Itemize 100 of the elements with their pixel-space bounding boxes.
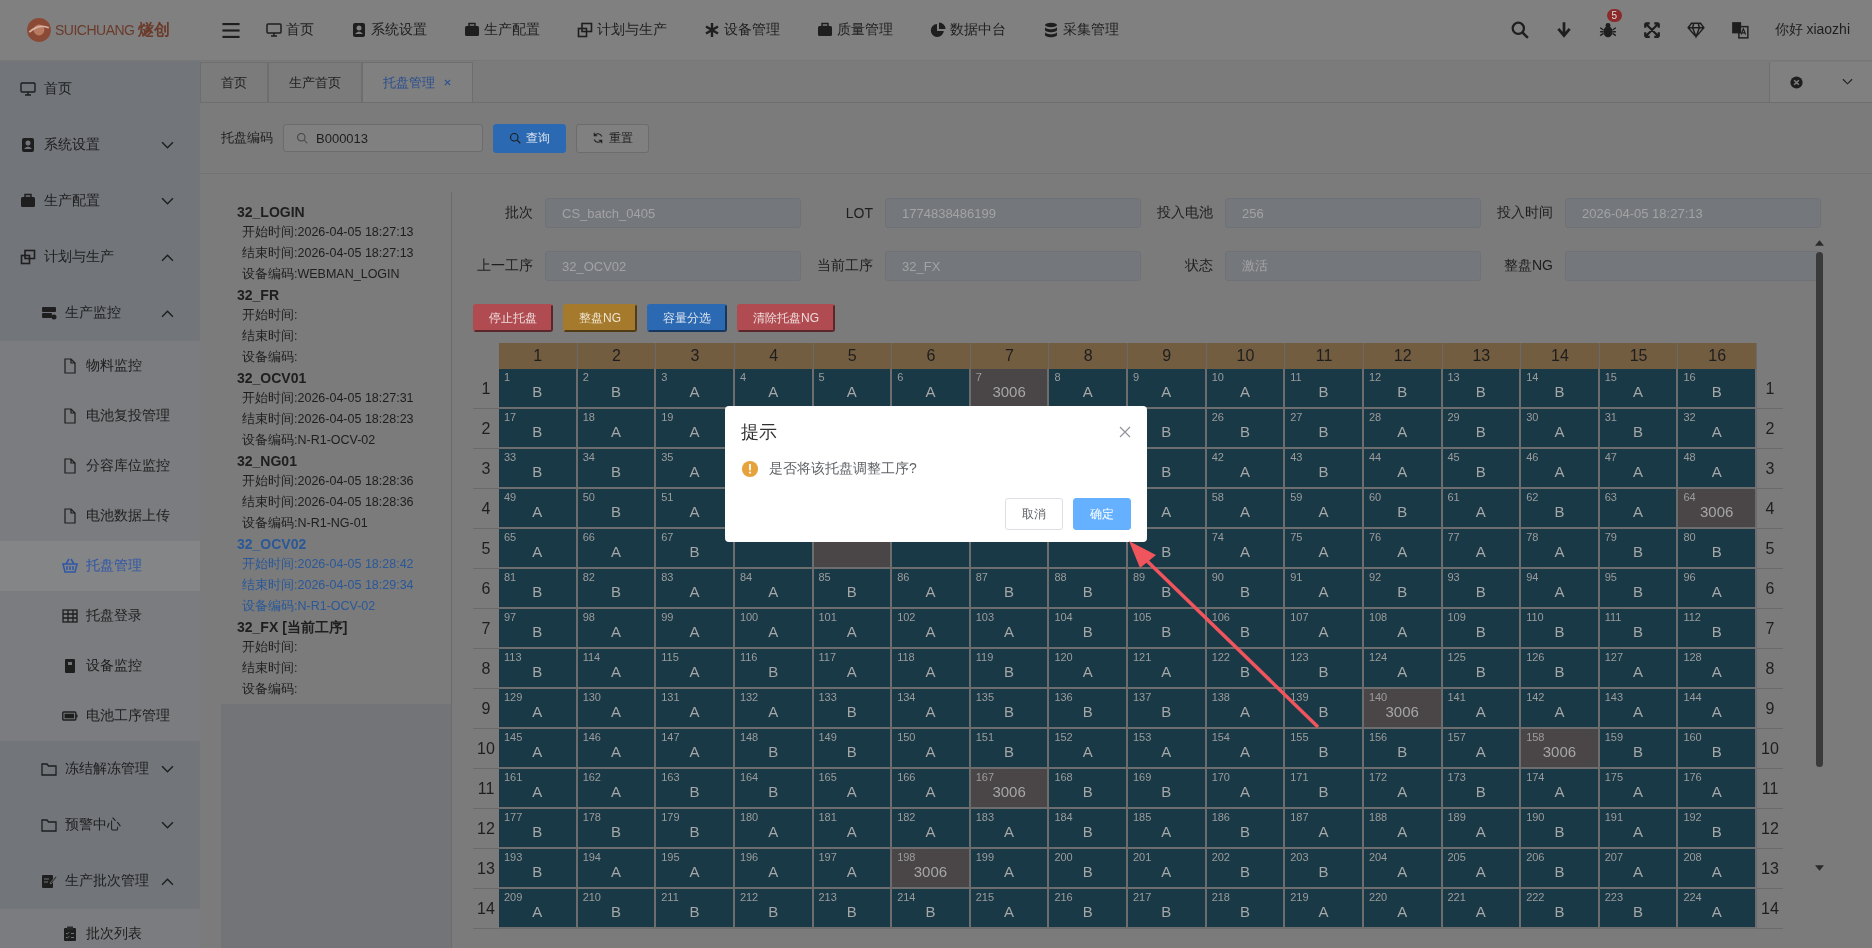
action-button[interactable]: 清除托盘NG <box>737 304 835 332</box>
battery-cell[interactable]: 8 A <box>1049 369 1128 409</box>
battery-cell[interactable]: 135 B <box>970 689 1050 729</box>
battery-cell[interactable]: 67 B <box>656 529 735 569</box>
battery-cell[interactable]: 180 A <box>734 809 814 849</box>
battery-cell[interactable]: 185 A <box>1128 809 1207 849</box>
battery-cell[interactable]: 167 3006 <box>970 769 1050 809</box>
battery-cell[interactable]: 115 A <box>656 649 735 689</box>
battery-cell[interactable]: 88 B <box>1049 569 1128 609</box>
battery-cell[interactable]: 206 B <box>1521 849 1600 889</box>
battery-cell[interactable]: 208 A <box>1678 849 1757 889</box>
battery-cell[interactable]: 217 B <box>1128 889 1207 929</box>
battery-cell[interactable]: 211 B <box>656 889 735 929</box>
battery-cell[interactable]: 144 A <box>1678 689 1757 729</box>
battery-cell[interactable]: 110 B <box>1521 609 1600 649</box>
battery-cell[interactable]: 157 A <box>1442 729 1522 769</box>
sidebar-item[interactable]: 预警中心 <box>0 797 200 853</box>
battery-cell[interactable]: 80 B <box>1678 529 1757 569</box>
sidebar-item[interactable]: 电池复投管理 <box>0 391 200 441</box>
close-all-icon[interactable] <box>1789 74 1804 90</box>
battery-cell[interactable]: 83 A <box>656 569 735 609</box>
battery-cell[interactable]: 112 B <box>1678 609 1757 649</box>
scrollbar-thumb[interactable] <box>1815 252 1823 767</box>
battery-cell[interactable]: 9 A <box>1128 369 1207 409</box>
battery-cell[interactable]: 137 B <box>1128 689 1207 729</box>
battery-cell[interactable]: 114 A <box>577 649 657 689</box>
battery-cell[interactable]: 97 B <box>499 609 578 649</box>
sidebar-item[interactable]: 冻结解冻管理 <box>0 741 200 797</box>
battery-cell[interactable]: 169 B <box>1128 769 1207 809</box>
battery-cell[interactable]: 124 A <box>1363 649 1443 689</box>
battery-cell[interactable]: 181 A <box>813 809 893 849</box>
battery-cell[interactable]: 118 A <box>892 649 971 689</box>
battery-cell[interactable]: 160 B <box>1678 729 1757 769</box>
battery-cell[interactable]: 42 A <box>1206 449 1286 489</box>
battery-cell[interactable]: 100 A <box>734 609 814 649</box>
battery-cell[interactable]: 89 B <box>1128 569 1207 609</box>
battery-cell[interactable]: 205 A <box>1442 849 1522 889</box>
battery-cell[interactable]: 170 A <box>1206 769 1286 809</box>
sidebar-item[interactable]: 物料监控 <box>0 341 200 391</box>
battery-cell[interactable]: 138 A <box>1206 689 1286 729</box>
sidebar-item[interactable]: 生产监控 <box>0 285 200 341</box>
battery-cell[interactable]: 158 3006 <box>1521 729 1600 769</box>
battery-cell[interactable]: 34 B <box>577 449 657 489</box>
sidebar-item[interactable]: 托盘登录 <box>0 591 200 641</box>
battery-cell[interactable]: 182 A <box>892 809 971 849</box>
battery-cell[interactable]: 134 A <box>892 689 971 729</box>
battery-cell[interactable]: 210 B <box>577 889 657 929</box>
battery-cell[interactable]: 193 B <box>499 849 578 889</box>
battery-cell[interactable]: 221 A <box>1442 889 1522 929</box>
battery-cell[interactable]: 149 B <box>813 729 893 769</box>
battery-cell[interactable]: 220 A <box>1363 889 1443 929</box>
battery-cell[interactable]: 92 B <box>1363 569 1443 609</box>
battery-cell[interactable]: 84 A <box>734 569 814 609</box>
battery-cell[interactable]: 147 A <box>656 729 735 769</box>
battery-cell[interactable]: 156 B <box>1363 729 1443 769</box>
battery-cell[interactable]: 152 A <box>1049 729 1128 769</box>
battery-cell[interactable]: 223 B <box>1599 889 1679 929</box>
battery-cell[interactable]: 74 A <box>1206 529 1286 569</box>
battery-cell[interactable]: 99 A <box>656 609 735 649</box>
battery-cell[interactable]: 150 A <box>892 729 971 769</box>
battery-cell[interactable]: 219 A <box>1285 889 1364 929</box>
battery-cell[interactable]: 151 B <box>970 729 1050 769</box>
battery-cell[interactable]: 116 B <box>734 649 814 689</box>
battery-cell[interactable]: 188 A <box>1363 809 1443 849</box>
battery-cell[interactable]: 142 A <box>1521 689 1600 729</box>
battery-cell[interactable]: 153 A <box>1128 729 1207 769</box>
battery-cell[interactable]: 120 A <box>1049 649 1128 689</box>
battery-cell[interactable]: 98 A <box>577 609 657 649</box>
battery-cell[interactable]: 86 A <box>892 569 971 609</box>
battery-cell[interactable]: 189 A <box>1442 809 1522 849</box>
battery-cell[interactable]: 14 B <box>1521 369 1600 409</box>
battery-cell[interactable]: 13 B <box>1442 369 1522 409</box>
battery-cell[interactable]: 62 B <box>1521 489 1600 529</box>
battery-cell[interactable]: 191 A <box>1599 809 1679 849</box>
battery-cell[interactable]: 109 B <box>1442 609 1522 649</box>
battery-cell[interactable]: 76 A <box>1363 529 1443 569</box>
battery-cell[interactable]: 46 A <box>1521 449 1600 489</box>
battery-cell[interactable]: 132 A <box>734 689 814 729</box>
battery-cell[interactable]: 4 A <box>734 369 814 409</box>
battery-cell[interactable]: 126 B <box>1521 649 1600 689</box>
battery-cell[interactable]: 15 A <box>1599 369 1679 409</box>
battery-cell[interactable]: 3 A <box>656 369 735 409</box>
battery-cell[interactable]: 117 A <box>813 649 893 689</box>
battery-cell[interactable]: 30 A <box>1521 409 1600 449</box>
battery-cell[interactable]: 81 B <box>499 569 578 609</box>
battery-cell[interactable]: 194 A <box>577 849 657 889</box>
battery-cell[interactable]: 176 A <box>1678 769 1757 809</box>
battery-cell[interactable]: 121 A <box>1128 649 1207 689</box>
sidebar-item[interactable]: 电池工序管理 <box>0 691 200 741</box>
battery-cell[interactable]: 213 B <box>813 889 893 929</box>
battery-cell[interactable]: 154 A <box>1206 729 1286 769</box>
battery-cell[interactable]: 26 B <box>1206 409 1286 449</box>
battery-cell[interactable]: 190 B <box>1521 809 1600 849</box>
battery-cell[interactable]: 168 B <box>1049 769 1128 809</box>
battery-cell[interactable]: 5 A <box>813 369 893 409</box>
nav-item[interactable]: 数据中台 <box>930 21 1025 39</box>
battery-cell[interactable]: 212 B <box>734 889 814 929</box>
sidebar-item[interactable]: 设备监控 <box>0 641 200 691</box>
battery-cell[interactable]: 224 A <box>1678 889 1757 929</box>
battery-cell[interactable]: 119 B <box>970 649 1050 689</box>
